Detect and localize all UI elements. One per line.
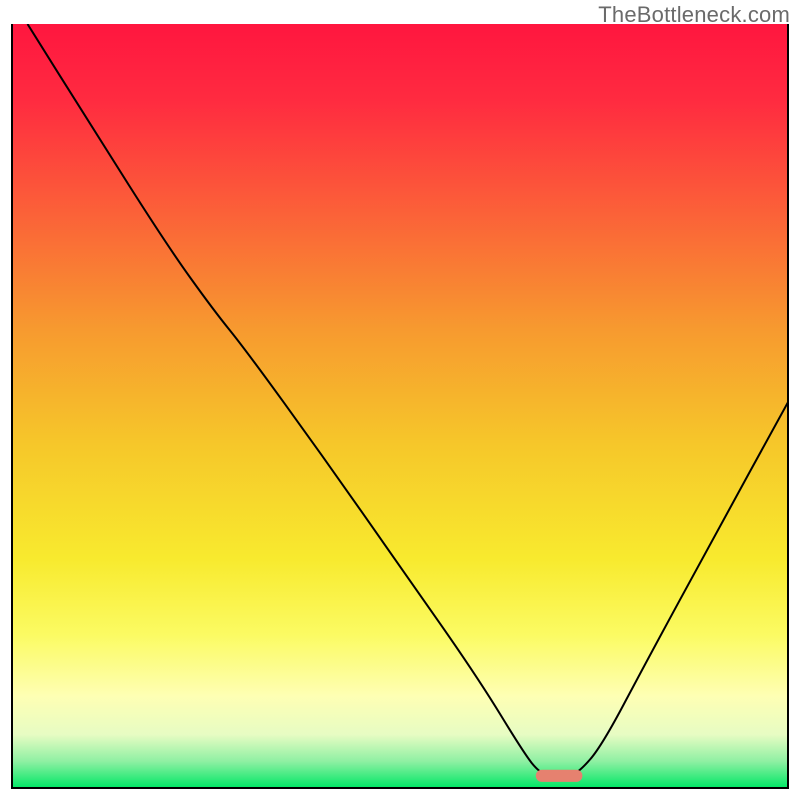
gradient-background [12,24,788,788]
optimal-marker [536,770,583,782]
chart-stage: TheBottleneck.com [0,0,800,800]
watermark-text: TheBottleneck.com [598,2,790,28]
bottleneck-chart [0,0,800,800]
